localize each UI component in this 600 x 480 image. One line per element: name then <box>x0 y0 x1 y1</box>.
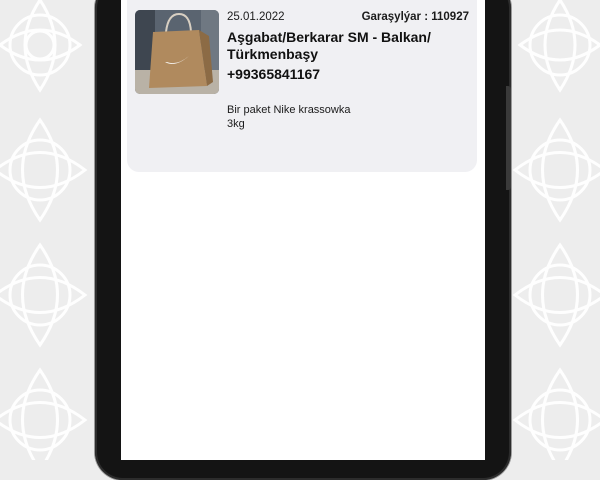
weight-line: 3kg <box>227 118 245 130</box>
paper-bag-image <box>135 10 219 94</box>
phone-side-button <box>506 86 511 190</box>
shipment-description: Bir paket Nike krassowka 3kg <box>227 103 351 131</box>
shipment-card[interactable]: 25.01.2022 Garaşylýar : 110927 Aşgabat/B… <box>127 0 477 172</box>
phone-screen: 25.01.2022 Garaşylýar : 110927 Aşgabat/B… <box>121 0 485 460</box>
shipment-route: Aşgabat/Berkarar SM - Balkan/ Türkmenbaş… <box>227 29 431 62</box>
shipment-date: 25.01.2022 <box>227 11 285 23</box>
shipment-thumbnail[interactable] <box>135 10 219 94</box>
contact-phone: +99365841167 <box>227 66 321 82</box>
description-line: Bir paket Nike krassowka <box>227 104 351 116</box>
tracking-number: Garaşylýar : 110927 <box>361 11 469 23</box>
